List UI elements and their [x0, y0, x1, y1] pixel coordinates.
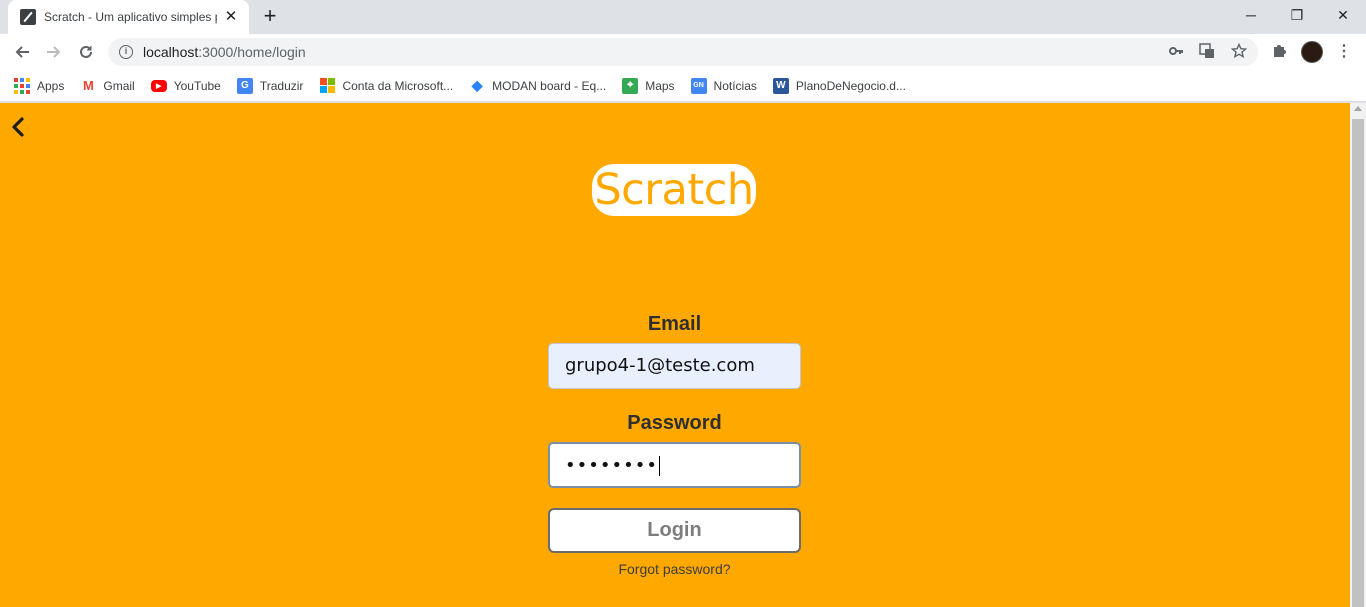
password-masked-value: •••••••• [565, 455, 658, 476]
url-path: :3000/home/login [198, 44, 306, 60]
restore-button[interactable]: ❐ [1274, 0, 1320, 30]
google-maps-icon: ⌖ [622, 77, 639, 94]
bookmark-label: MODAN board - Eq... [492, 78, 607, 93]
forgot-password-link[interactable]: Forgot password? [548, 561, 801, 577]
browser-tab[interactable]: Scratch - Um aplicativo simples p ✕ [8, 0, 249, 34]
reload-icon [80, 45, 92, 58]
bookmark-modan[interactable]: ◆ MODAN board - Eq... [469, 72, 606, 100]
minimize-button[interactable]: ─ [1228, 0, 1274, 30]
bookmark-microsoft[interactable]: Conta da Microsoft... [319, 72, 453, 100]
word-icon: W [772, 77, 789, 94]
new-tab-button[interactable]: + [259, 5, 281, 28]
arrow-left-icon [15, 46, 29, 58]
bookmark-label: Notícias [713, 78, 757, 93]
login-button[interactable]: Login [548, 508, 801, 553]
address-bar[interactable]: i localhost:3000/home/login [108, 38, 1258, 66]
back-button[interactable] [9, 39, 35, 65]
password-field[interactable]: •••••••• [548, 442, 801, 488]
bookmark-apps[interactable]: Apps [14, 72, 64, 100]
bookmark-label: Conta da Microsoft... [342, 78, 454, 93]
scratch-logo: Scratch [592, 164, 756, 216]
google-news-icon: GN [690, 77, 707, 94]
tab-title: Scratch - Um aplicativo simples p [44, 10, 217, 24]
gmail-icon: M [82, 78, 94, 93]
jira-icon: ◆ [471, 77, 483, 93]
tab-strip: Scratch - Um aplicativo simples p ✕ + ─ … [0, 0, 1366, 34]
bookmark-youtube[interactable]: ▶ YouTube [150, 72, 221, 100]
google-translate-icon: G [236, 77, 253, 94]
forward-button[interactable] [41, 39, 67, 65]
bookmark-label: PlanoDeNegocio.d... [795, 78, 906, 93]
scrollbar-thumb[interactable] [1352, 119, 1364, 607]
url-host: localhost [143, 44, 199, 60]
pencil-favicon-icon [20, 9, 36, 25]
close-window-button[interactable]: ✕ [1320, 0, 1366, 30]
bookmark-traduzir[interactable]: G Traduzir [236, 72, 304, 100]
email-label: Email [647, 313, 702, 335]
bookmark-noticias[interactable]: GN Notícias [690, 72, 757, 100]
url-text: localhost:3000/home/login [143, 44, 306, 60]
browser-toolbar: i localhost:3000/home/login ⋮ [0, 34, 1366, 70]
extensions-puzzle-icon[interactable] [1269, 42, 1289, 62]
key-icon[interactable] [1167, 43, 1185, 61]
bookmark-label: YouTube [173, 78, 221, 93]
page-scrollbar[interactable] [1350, 103, 1366, 607]
arrow-right-icon [47, 46, 61, 58]
apps-grid-icon [14, 77, 30, 94]
info-icon[interactable]: i [119, 45, 133, 59]
close-tab-icon[interactable]: ✕ [223, 9, 239, 25]
youtube-icon: ▶ [150, 79, 167, 92]
bookmark-plano[interactable]: W PlanoDeNegocio.d... [772, 72, 906, 100]
text-caret [658, 456, 660, 476]
more-menu-icon[interactable]: ⋮ [1336, 42, 1352, 62]
bookmarks-bar: Apps M Gmail ▶ YouTube G Traduzir Conta … [0, 70, 1366, 102]
translate-icon[interactable] [1198, 43, 1216, 61]
profile-avatar[interactable] [1301, 41, 1323, 63]
bookmark-label: Gmail [103, 78, 135, 93]
bookmark-label: Apps [37, 78, 65, 93]
reload-button[interactable] [73, 39, 99, 65]
bookmark-star-icon[interactable] [1230, 42, 1248, 61]
bookmark-gmail[interactable]: M Gmail [80, 72, 135, 100]
scroll-up-arrow-icon[interactable] [1354, 106, 1362, 111]
microsoft-icon [319, 77, 335, 94]
bookmark-label: Traduzir [259, 78, 304, 93]
bookmark-label: Maps [645, 78, 675, 93]
bookmark-maps[interactable]: ⌖ Maps [622, 72, 675, 100]
login-page: Scratch Email grupo4-1@teste.com Passwor… [0, 103, 1350, 607]
email-field[interactable]: grupo4-1@teste.com [548, 343, 801, 389]
password-label: Password [627, 412, 722, 434]
back-chevron-icon[interactable] [8, 115, 28, 139]
